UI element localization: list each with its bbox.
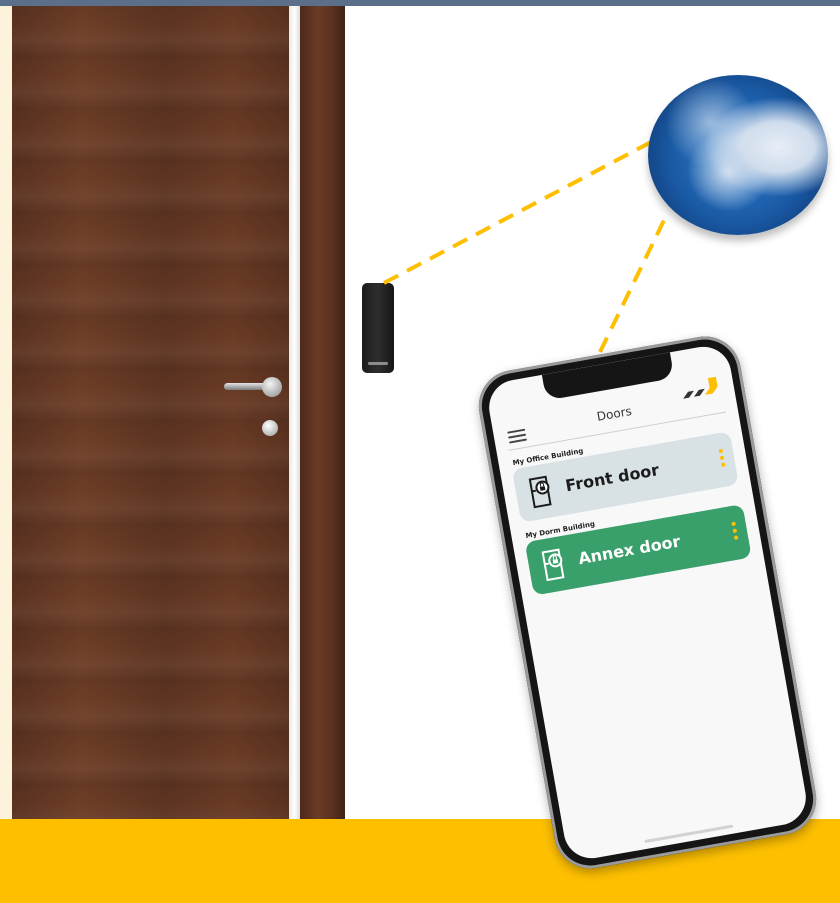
door-card-front[interactable]: Front door — [511, 431, 739, 523]
globe-icon — [648, 75, 828, 235]
more-options-icon[interactable] — [731, 521, 739, 543]
reader-globe-link — [383, 138, 656, 285]
door-card-annex[interactable]: Annex door — [524, 504, 752, 596]
phone-globe-link — [598, 211, 670, 353]
door-lock-icon — [541, 548, 565, 582]
door-label: Annex door — [576, 531, 682, 569]
door-lock-icon — [528, 475, 552, 509]
more-options-icon[interactable] — [718, 448, 726, 470]
home-indicator — [643, 824, 733, 844]
door-label: Front door — [563, 460, 661, 496]
